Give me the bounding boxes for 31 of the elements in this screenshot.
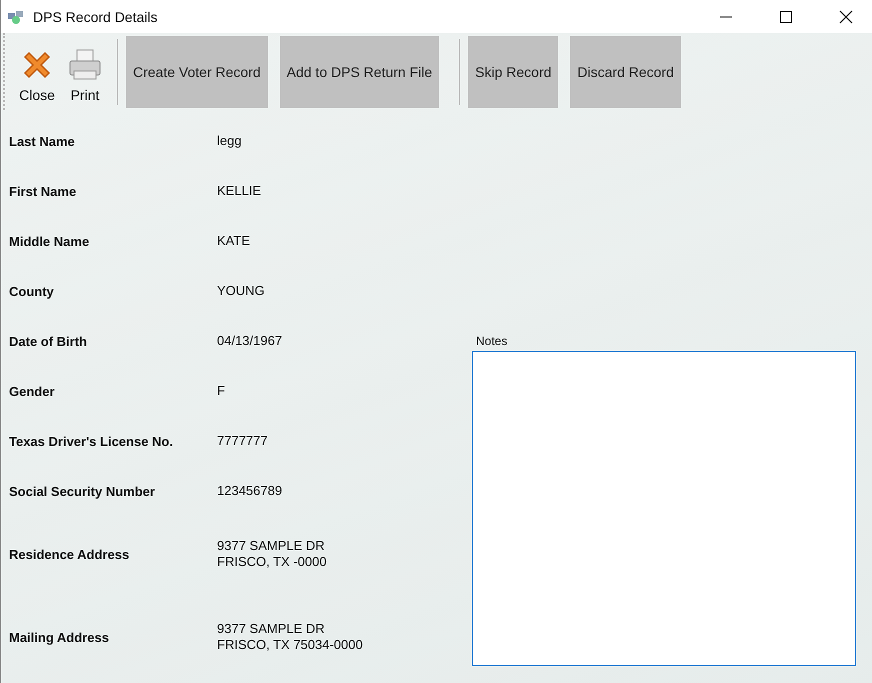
toolbar-button[interactable]: Create Voter Record: [126, 36, 268, 108]
field-label: Social Security Number: [8, 484, 156, 498]
field-label: Mailing Address: [8, 630, 110, 644]
field-value: legg: [217, 133, 242, 149]
notes-label: Notes: [476, 334, 508, 348]
toolbar-button[interactable]: Add to DPS Return File: [280, 36, 440, 108]
toolbar-button[interactable]: Skip Record: [468, 36, 558, 108]
notes-field[interactable]: [472, 351, 856, 666]
field-value: 123456789: [217, 483, 282, 499]
toolbar-button[interactable]: Discard Record: [570, 36, 681, 108]
field-value: F: [217, 383, 225, 399]
app-icon: [7, 8, 25, 24]
close-button[interactable]: Close: [13, 44, 61, 104]
field-label: Residence Address: [8, 546, 130, 562]
field-label: Last Name: [8, 134, 76, 148]
field-value: KATE: [217, 233, 250, 249]
field-value: 9377 SAMPLE DR FRISCO, TX -0000: [217, 538, 327, 570]
field-value: 9377 SAMPLE DR FRISCO, TX 75034-0000: [217, 621, 363, 653]
window-title: DPS Record Details: [33, 8, 158, 24]
field-value: YOUNG: [217, 283, 265, 299]
field-label: Gender: [8, 384, 56, 398]
field-label: Middle Name: [8, 234, 90, 248]
print-button[interactable]: Print: [61, 44, 109, 104]
field-label: First Name: [8, 184, 78, 198]
field-value: 7777777: [217, 433, 268, 449]
field-value: KELLIE: [217, 183, 262, 199]
printer-icon: [67, 46, 103, 82]
field-label: Date of Birth: [8, 334, 88, 348]
field-value: 04/13/1967: [217, 333, 282, 349]
field-label: County: [8, 284, 55, 298]
field-label: Texas Driver's License No.: [8, 434, 174, 448]
